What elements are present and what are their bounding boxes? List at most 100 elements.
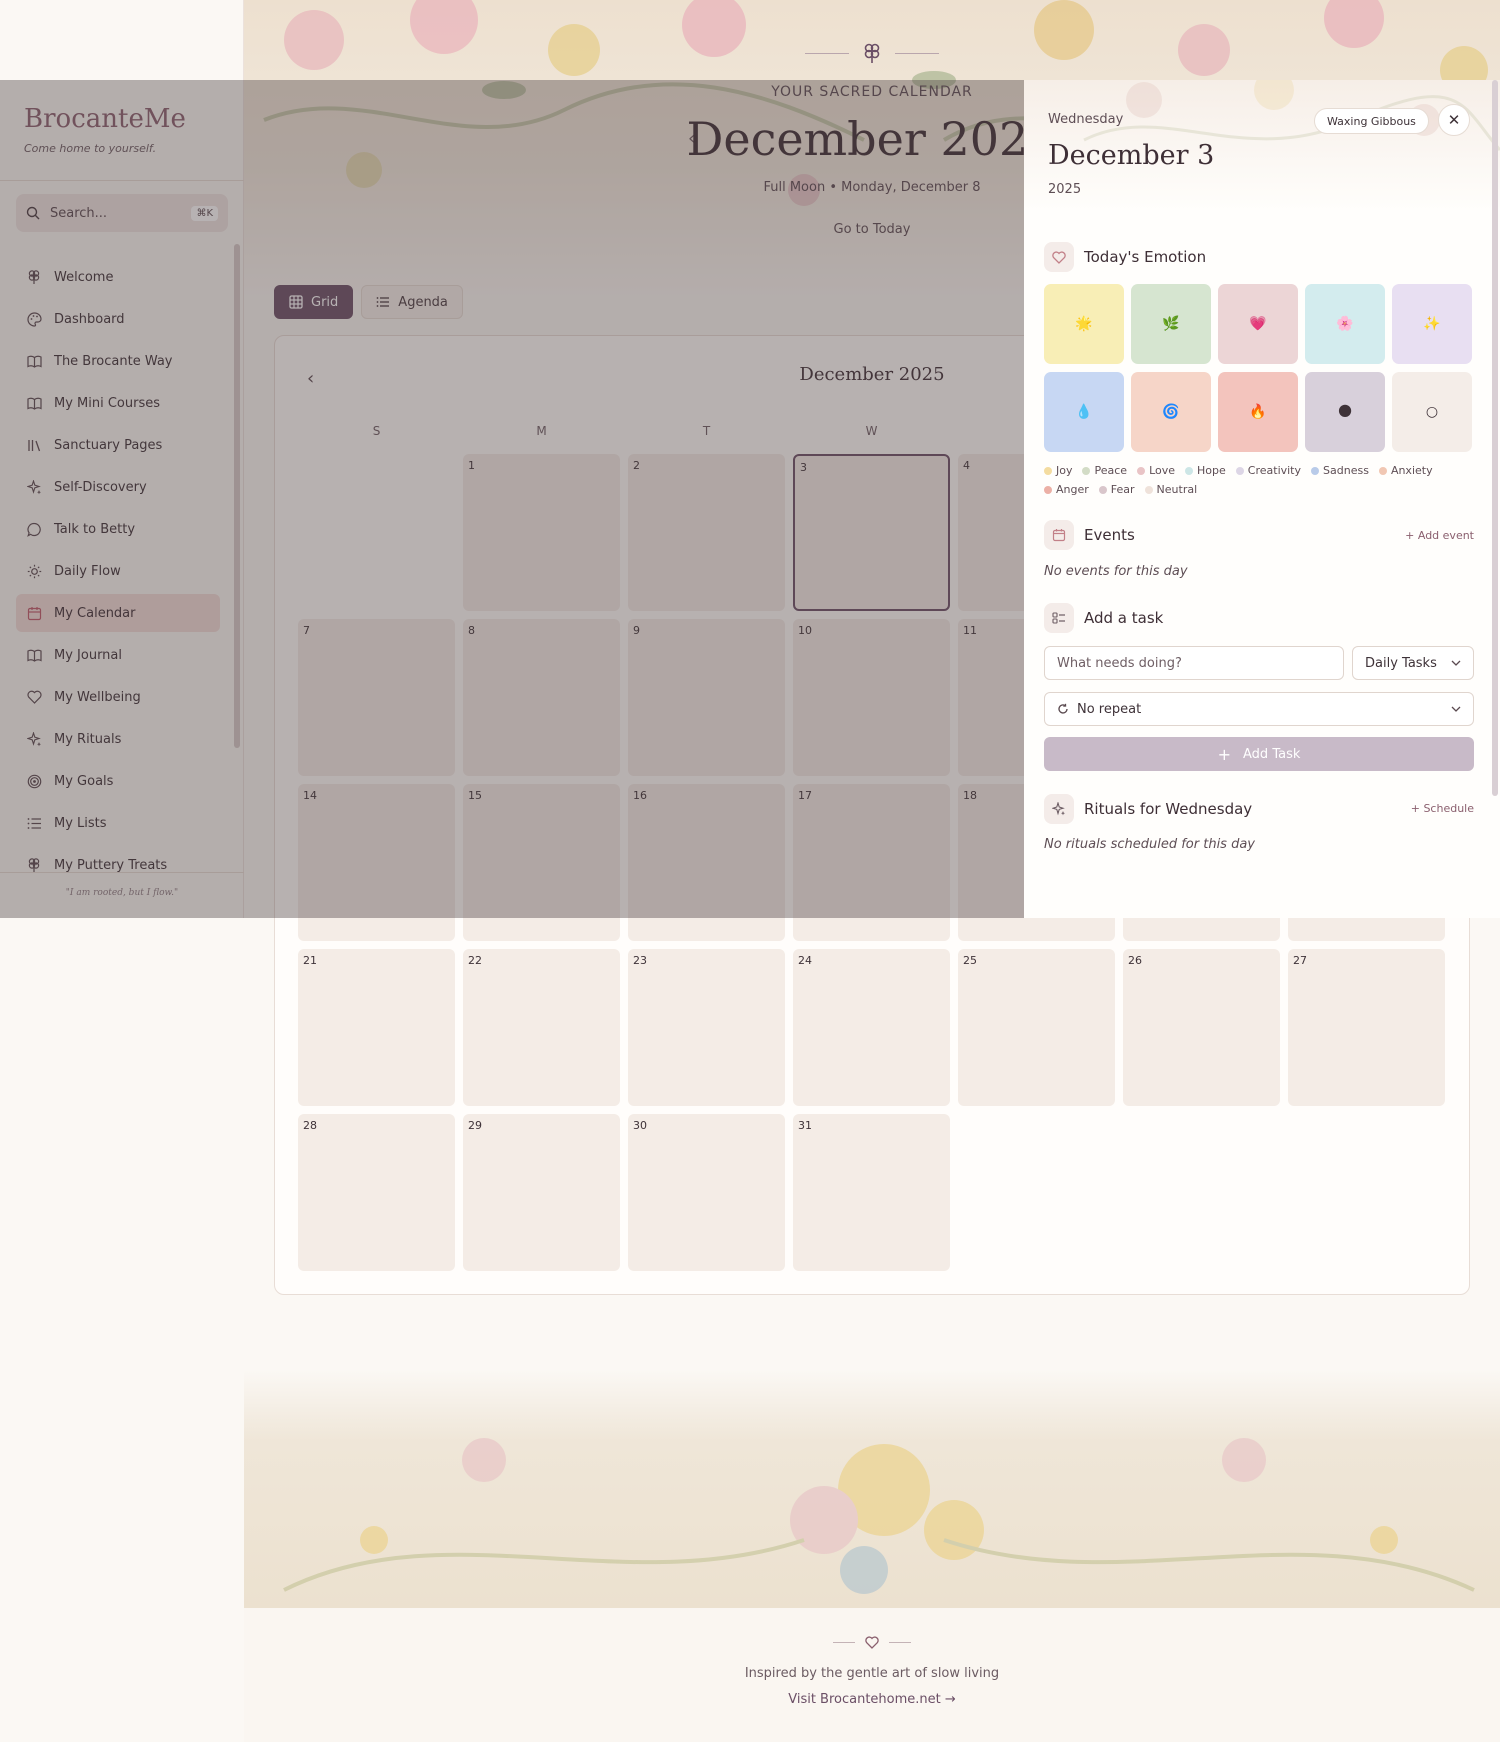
day-cell[interactable]: 29: [463, 1114, 620, 1271]
legend-dot: [1185, 466, 1194, 475]
moon-phase-badge: Waxing Gibbous: [1314, 108, 1429, 134]
day-number: 25: [963, 954, 977, 967]
emotion-option[interactable]: 🌸: [1305, 284, 1385, 364]
legend-label: Hope: [1197, 464, 1226, 477]
legend-dot: [1082, 466, 1091, 475]
panel-date: December 3: [1048, 140, 1215, 171]
close-icon: ✕: [1447, 111, 1461, 129]
legend-dot: [1311, 466, 1320, 475]
emotion-option[interactable]: 🌀: [1131, 372, 1211, 452]
chevron-down-icon: [1451, 706, 1461, 712]
legend-label: Love: [1149, 464, 1176, 477]
legend-item: Peace: [1082, 464, 1127, 477]
emotion-option[interactable]: 🌿: [1131, 284, 1211, 364]
schedule-ritual-button[interactable]: + Schedule: [1411, 802, 1474, 815]
events-section-title: Events: [1044, 520, 1135, 550]
legend-item: Neutral: [1144, 483, 1198, 496]
legend-dot: [1098, 485, 1107, 494]
legend-dot: [1044, 485, 1052, 494]
add-event-button[interactable]: + Add event: [1405, 529, 1474, 542]
legend-item: Sadness: [1311, 464, 1369, 477]
task-category-select[interactable]: Daily Tasks: [1352, 646, 1474, 680]
day-number: 31: [798, 1119, 812, 1132]
add-task-button[interactable]: + Add Task: [1044, 737, 1474, 771]
rituals-section-title: Rituals for Wednesday: [1044, 794, 1252, 824]
legend-item: Anger: [1044, 483, 1089, 496]
emotion-option[interactable]: ○: [1392, 372, 1472, 452]
legend-label: Joy: [1056, 464, 1073, 477]
day-number: 24: [798, 954, 812, 967]
emotion-section-title: Today's Emotion: [1044, 242, 1206, 272]
repeat-select[interactable]: No repeat: [1044, 692, 1474, 726]
chevron-down-icon: [1451, 660, 1461, 666]
no-rituals-note: No rituals scheduled for this day: [1044, 837, 1256, 852]
floral-footer-background: [244, 1370, 1500, 1608]
legend-label: Peace: [1094, 464, 1128, 477]
emotion-option[interactable]: 💧: [1044, 372, 1124, 452]
panel-weekday: Wednesday: [1048, 112, 1124, 127]
footer-ornament: [244, 1636, 1500, 1649]
day-cell[interactable]: 31: [793, 1114, 950, 1271]
heart-icon: [1044, 242, 1074, 272]
footer-text: Inspired by the gentle art of slow livin…: [744, 1666, 1000, 1681]
day-cell[interactable]: 23: [628, 949, 785, 1106]
plus-icon: +: [1217, 744, 1232, 764]
day-number: 30: [633, 1119, 647, 1132]
checklist-icon: [1044, 603, 1074, 633]
day-number: 21: [303, 954, 317, 967]
legend-item: Fear: [1098, 483, 1135, 496]
panel-year: 2025: [1048, 182, 1082, 197]
heart-icon: [865, 1636, 879, 1649]
legend-label: Fear: [1110, 483, 1135, 496]
day-number: 29: [468, 1119, 482, 1132]
day-cell[interactable]: 30: [628, 1114, 785, 1271]
legend-item: Hope: [1185, 464, 1226, 477]
close-button[interactable]: ✕: [1438, 104, 1470, 136]
no-events-note: No events for this day: [1044, 564, 1188, 579]
legend-item: Joy: [1044, 464, 1072, 477]
panel-header: Wednesday Waxing Gibbous ✕ December 3 20…: [1024, 80, 1500, 212]
task-input-placeholder: What needs doing?: [1057, 655, 1182, 671]
emotion-option[interactable]: ✨: [1392, 284, 1472, 364]
hero-ornament: [244, 42, 1500, 64]
calendar-icon: [1044, 520, 1074, 550]
sparkles-icon: [1044, 794, 1074, 824]
day-number: 26: [1128, 954, 1142, 967]
legend-dot: [1378, 466, 1387, 475]
day-cell[interactable]: 25: [958, 949, 1115, 1106]
day-cell[interactable]: 27: [1288, 949, 1445, 1106]
legend-dot: [1235, 466, 1244, 475]
day-number: 22: [468, 954, 482, 967]
day-cell[interactable]: 21: [298, 949, 455, 1106]
legend-label: Anger: [1056, 483, 1089, 496]
emotion-option[interactable]: 🌑: [1305, 372, 1385, 452]
day-number: 23: [633, 954, 647, 967]
legend-dot: [1137, 466, 1146, 475]
day-cell[interactable]: 28: [298, 1114, 455, 1271]
legend-dot: [1144, 485, 1153, 494]
day-cell[interactable]: 26: [1123, 949, 1280, 1106]
task-section-title: Add a task: [1044, 603, 1163, 633]
repeat-icon: [1058, 703, 1068, 714]
legend-dot: [1044, 466, 1052, 475]
legend-label: Neutral: [1156, 483, 1198, 496]
emotion-option[interactable]: 🔥: [1218, 372, 1298, 452]
panel-scrollbar[interactable]: [1492, 80, 1498, 796]
legend-label: Sadness: [1323, 464, 1369, 477]
flower-icon: [864, 43, 880, 63]
emotion-option[interactable]: 🌟: [1044, 284, 1124, 364]
legend-label: Creativity: [1247, 464, 1302, 477]
emotion-legend: Joy Peace Love Hope Creativity Sadness Anxiety…: [1044, 464, 1484, 496]
legend-item: Love: [1137, 464, 1175, 477]
legend-item: Anxiety: [1378, 464, 1433, 477]
day-detail-panel: Wednesday Waxing Gibbous ✕ December 3 20…: [1024, 80, 1500, 918]
footer-link[interactable]: Visit Brocantehome.net →: [244, 1692, 1500, 1707]
emotion-option[interactable]: 💗: [1218, 284, 1298, 364]
day-number: 28: [303, 1119, 317, 1132]
emotion-picker: 🌟 🌿 💗 🌸 ✨ 💧 🌀 🔥 🌑 ○: [1044, 284, 1472, 452]
day-cell[interactable]: 22: [463, 949, 620, 1106]
day-number: 27: [1293, 954, 1307, 967]
legend-item: Creativity: [1235, 464, 1302, 477]
task-input[interactable]: What needs doing?: [1044, 646, 1344, 680]
day-cell[interactable]: 24: [793, 949, 950, 1106]
